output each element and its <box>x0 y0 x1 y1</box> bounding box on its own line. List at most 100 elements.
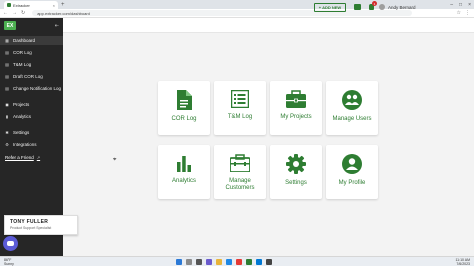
card-cor-log[interactable]: COR Log <box>158 81 210 135</box>
tab-title: Extracker <box>13 2 30 8</box>
briefcase-icon <box>286 90 306 108</box>
sidebar-item-label: Integrations <box>13 142 37 147</box>
edge-icon[interactable] <box>226 259 232 265</box>
chrome-icon[interactable] <box>236 259 242 265</box>
os-taskbar: 86°F Sunny 11:10 AM 7/6/2023 <box>0 256 474 266</box>
star-icon[interactable]: ☆ <box>457 10 461 16</box>
back-icon[interactable]: ← <box>3 10 8 16</box>
minimize-icon[interactable]: – <box>450 2 453 8</box>
list-icon <box>231 90 249 108</box>
refer-label: Refer a Friend <box>5 155 34 160</box>
menu-icon[interactable]: ⋮ <box>465 10 470 16</box>
maximize-icon[interactable]: □ <box>459 2 462 8</box>
sidebar-item-label: T&M Log <box>13 62 32 67</box>
close-tab-icon[interactable]: × <box>53 3 55 8</box>
weather-desc: Sunny <box>4 262 14 266</box>
sidebar-item-label: Projects <box>13 102 30 107</box>
outlook-icon[interactable] <box>256 259 262 265</box>
taskbar-apps <box>176 259 272 265</box>
card-label: T&M Log <box>227 114 253 120</box>
document-icon: ▤ <box>5 62 9 67</box>
card-manage-users[interactable]: Manage Users <box>326 81 378 135</box>
sidebar-item-draft-cor-log[interactable]: ▤ Draft COR Log <box>0 72 63 81</box>
weather-widget[interactable]: 86°F Sunny <box>4 258 14 266</box>
favicon-icon <box>7 3 11 7</box>
close-window-icon[interactable]: × <box>468 2 471 8</box>
collapse-sidebar-icon[interactable]: ⇤ <box>55 23 59 29</box>
chart-icon: ▮ <box>5 114 9 119</box>
user-name[interactable]: Andy Bernard <box>388 5 416 10</box>
search-icon[interactable] <box>186 259 192 265</box>
sidebar-item-label: Analytics <box>13 114 32 119</box>
card-label: My Projects <box>280 114 312 120</box>
store-icon[interactable] <box>266 259 272 265</box>
sidebar-item-label: Settings <box>13 130 30 135</box>
users-icon <box>342 90 362 110</box>
avatar[interactable] <box>379 4 385 10</box>
window-controls: – □ × <box>450 0 471 9</box>
sidebar-item-projects[interactable]: ◼ Projects <box>0 100 63 109</box>
sidebar-item-dashboard[interactable]: ▦ Dashboard <box>0 36 63 45</box>
card-label: Settings <box>285 180 307 186</box>
sidebar-item-label: Dashboard <box>13 38 36 43</box>
top-header <box>63 18 474 33</box>
mouse-cursor: ⌖ <box>113 157 117 163</box>
refer-a-friend-link[interactable]: Refer a Friend ↗ <box>0 155 63 160</box>
dashboard-grid: COR Log T&M Log My Projects Manage Users… <box>158 81 380 205</box>
sidebar-item-tm-log[interactable]: ▤ T&M Log <box>0 60 63 69</box>
support-user-card: TONY FULLER Product Support Specialist <box>4 215 78 235</box>
app-icon[interactable] <box>246 259 252 265</box>
sidebar-item-analytics[interactable]: ▮ Analytics <box>0 112 63 121</box>
chat-button[interactable] <box>3 236 18 251</box>
browser-tab[interactable]: Extracker × <box>4 1 58 9</box>
briefcase-icon: ◼ <box>5 102 9 107</box>
sidebar-item-label: Draft COR Log <box>13 74 43 79</box>
card-my-projects[interactable]: My Projects <box>270 81 322 135</box>
system-tray[interactable]: 11:10 AM 7/6/2023 <box>455 258 470 266</box>
chat-bubble-icon <box>7 241 14 246</box>
clock-date: 7/6/2023 <box>456 262 470 266</box>
add-new-button[interactable]: + ADD NEW <box>314 3 346 12</box>
document-icon: ▤ <box>5 86 9 91</box>
teams-icon[interactable] <box>206 259 212 265</box>
card-label: Manage Customers <box>225 178 255 191</box>
profile-icon <box>342 154 362 174</box>
document-icon <box>177 90 192 110</box>
card-label: Analytics <box>171 178 196 184</box>
support-user-name: TONY FULLER <box>10 219 49 225</box>
card-label: My Profile <box>338 180 366 186</box>
reload-icon[interactable]: ↻ <box>21 10 25 16</box>
sidebar-item-label: Change Notification Log <box>13 86 62 91</box>
start-icon[interactable] <box>176 259 182 265</box>
sidebar-item-cor-log[interactable]: ▤ COR Log <box>0 48 63 57</box>
task-view-icon[interactable] <box>196 259 202 265</box>
card-label: COR Log <box>171 116 197 122</box>
card-my-profile[interactable]: My Profile <box>326 145 378 199</box>
sidebar-item-change-notification-log[interactable]: ▤ Change Notification Log <box>0 84 63 93</box>
chart-icon <box>177 156 191 172</box>
url-input[interactable]: app.extracker.com/dashboard <box>32 10 413 16</box>
toolbox-icon <box>230 154 250 172</box>
dashboard-icon: ▦ <box>5 38 9 43</box>
card-manage-customers[interactable]: Manage Customers <box>214 145 266 199</box>
card-label: Manage Users <box>332 116 372 122</box>
document-icon: ▤ <box>5 74 9 79</box>
external-link-icon: ↗ <box>36 155 41 160</box>
mail-icon[interactable] <box>354 4 361 10</box>
sidebar-item-settings[interactable]: ✱ Settings <box>0 128 63 137</box>
notification-badge: 1 <box>372 1 377 6</box>
forward-icon[interactable]: → <box>12 10 17 16</box>
app-logo[interactable]: EX <box>4 21 16 30</box>
card-tm-log[interactable]: T&M Log <box>214 81 266 135</box>
card-settings[interactable]: Settings <box>270 145 322 199</box>
gear-icon: ✱ <box>5 130 9 135</box>
address-bar: ← → ↻ app.extracker.com/dashboard ☆ ⋮ <box>0 9 474 18</box>
integrations-icon: ⚙ <box>5 142 9 147</box>
file-explorer-icon[interactable] <box>216 259 222 265</box>
document-icon: ▤ <box>5 50 9 55</box>
sidebar-item-integrations[interactable]: ⚙ Integrations <box>0 140 63 149</box>
card-analytics[interactable]: Analytics <box>158 145 210 199</box>
new-tab-icon[interactable]: + <box>61 2 65 8</box>
sidebar-item-label: COR Log <box>13 50 32 55</box>
gear-icon <box>286 154 306 174</box>
